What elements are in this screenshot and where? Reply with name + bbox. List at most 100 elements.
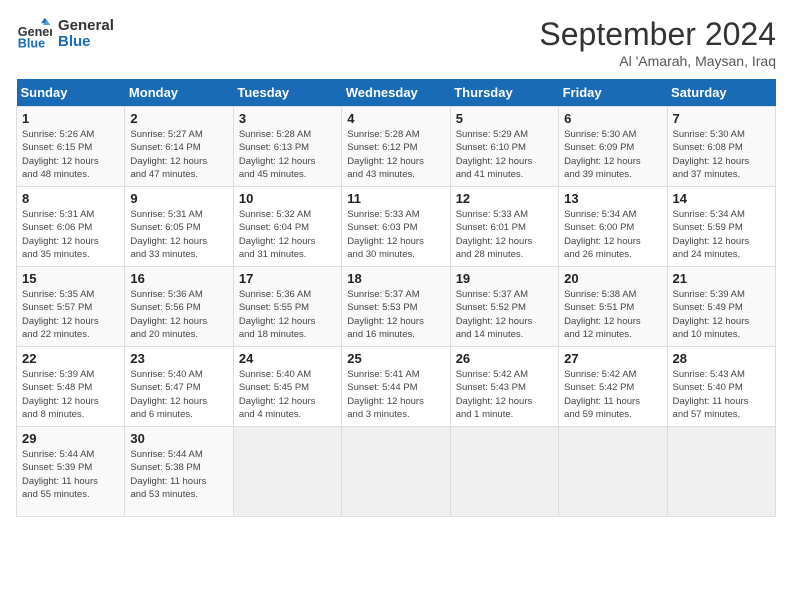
calendar-cell: 5 Sunrise: 5:29 AM Sunset: 6:10 PM Daylig…: [450, 107, 558, 187]
calendar-cell: 29 Sunrise: 5:44 AM Sunset: 5:39 PM Dayli…: [17, 427, 125, 517]
calendar-cell: 25 Sunrise: 5:41 AM Sunset: 5:44 PM Dayli…: [342, 347, 450, 427]
day-info: Sunrise: 5:31 AM Sunset: 6:06 PM Dayligh…: [22, 208, 119, 261]
day-info: Sunrise: 5:30 AM Sunset: 6:08 PM Dayligh…: [673, 128, 770, 181]
page-header: General Blue General Blue September 2024…: [16, 16, 776, 69]
calendar-cell: [450, 427, 558, 517]
day-number: 7: [673, 111, 770, 126]
day-info: Sunrise: 5:37 AM Sunset: 5:52 PM Dayligh…: [456, 288, 553, 341]
day-number: 12: [456, 191, 553, 206]
calendar-cell: 8 Sunrise: 5:31 AM Sunset: 6:06 PM Daylig…: [17, 187, 125, 267]
calendar-cell: 9 Sunrise: 5:31 AM Sunset: 6:05 PM Daylig…: [125, 187, 233, 267]
day-number: 14: [673, 191, 770, 206]
day-info: Sunrise: 5:44 AM Sunset: 5:38 PM Dayligh…: [130, 448, 227, 501]
calendar-cell: 17 Sunrise: 5:36 AM Sunset: 5:55 PM Dayli…: [233, 267, 341, 347]
day-number: 11: [347, 191, 444, 206]
calendar-cell: 23Sunrise: 5:40 AM Sunset: 5:47 PM Dayli…: [125, 347, 233, 427]
day-info: Sunrise: 5:35 AM Sunset: 5:57 PM Dayligh…: [22, 288, 119, 341]
calendar-cell: 15 Sunrise: 5:35 AM Sunset: 5:57 PM Dayli…: [17, 267, 125, 347]
day-number: 18: [347, 271, 444, 286]
header-friday: Friday: [559, 79, 667, 107]
day-number: 25: [347, 351, 444, 366]
header-sunday: Sunday: [17, 79, 125, 107]
day-number: 20: [564, 271, 661, 286]
day-number: 30: [130, 431, 227, 446]
day-info: Sunrise: 5:37 AM Sunset: 5:53 PM Dayligh…: [347, 288, 444, 341]
calendar-cell: 28Sunrise: 5:43 AM Sunset: 5:40 PM Dayli…: [667, 347, 775, 427]
logo-blue: Blue: [58, 34, 114, 51]
calendar-cell: 18 Sunrise: 5:37 AM Sunset: 5:53 PM Dayli…: [342, 267, 450, 347]
calendar-cell: 10Sunrise: 5:32 AM Sunset: 6:04 PM Dayli…: [233, 187, 341, 267]
calendar-cell: 1 Sunrise: 5:26 AM Sunset: 6:15 PM Daylig…: [17, 107, 125, 187]
day-number: 1: [22, 111, 119, 126]
day-info: Sunrise: 5:31 AM Sunset: 6:05 PM Dayligh…: [130, 208, 227, 261]
day-info: Sunrise: 5:42 AM Sunset: 5:42 PM Dayligh…: [564, 368, 661, 421]
day-info: Sunrise: 5:44 AM Sunset: 5:39 PM Dayligh…: [22, 448, 119, 501]
day-info: Sunrise: 5:30 AM Sunset: 6:09 PM Dayligh…: [564, 128, 661, 181]
calendar-cell: 6 Sunrise: 5:30 AM Sunset: 6:09 PM Daylig…: [559, 107, 667, 187]
day-number: 15: [22, 271, 119, 286]
day-info: Sunrise: 5:34 AM Sunset: 5:59 PM Dayligh…: [673, 208, 770, 261]
month-title: September 2024: [539, 16, 776, 53]
day-info: Sunrise: 5:40 AM Sunset: 5:47 PM Dayligh…: [130, 368, 227, 421]
calendar-week-row: 22Sunrise: 5:39 AM Sunset: 5:48 PM Dayli…: [17, 347, 776, 427]
day-info: Sunrise: 5:39 AM Sunset: 5:49 PM Dayligh…: [673, 288, 770, 341]
calendar-cell: 30 Sunrise: 5:44 AM Sunset: 5:38 PM Dayli…: [125, 427, 233, 517]
day-number: 26: [456, 351, 553, 366]
calendar-cell: 16 Sunrise: 5:36 AM Sunset: 5:56 PM Dayli…: [125, 267, 233, 347]
calendar-cell: [233, 427, 341, 517]
day-number: 16: [130, 271, 227, 286]
day-info: Sunrise: 5:36 AM Sunset: 5:55 PM Dayligh…: [239, 288, 336, 341]
calendar-cell: 21 Sunrise: 5:39 AM Sunset: 5:49 PM Dayli…: [667, 267, 775, 347]
day-number: 19: [456, 271, 553, 286]
day-number: 2: [130, 111, 227, 126]
day-info: Sunrise: 5:38 AM Sunset: 5:51 PM Dayligh…: [564, 288, 661, 341]
day-info: Sunrise: 5:41 AM Sunset: 5:44 PM Dayligh…: [347, 368, 444, 421]
day-number: 6: [564, 111, 661, 126]
svg-text:Blue: Blue: [18, 37, 45, 51]
calendar-week-row: 8 Sunrise: 5:31 AM Sunset: 6:06 PM Daylig…: [17, 187, 776, 267]
day-number: 4: [347, 111, 444, 126]
location-subtitle: Al 'Amarah, Maysan, Iraq: [539, 53, 776, 69]
day-info: Sunrise: 5:33 AM Sunset: 6:01 PM Dayligh…: [456, 208, 553, 261]
calendar-cell: 3 Sunrise: 5:28 AM Sunset: 6:13 PM Daylig…: [233, 107, 341, 187]
day-info: Sunrise: 5:36 AM Sunset: 5:56 PM Dayligh…: [130, 288, 227, 341]
header-monday: Monday: [125, 79, 233, 107]
calendar-week-row: 1 Sunrise: 5:26 AM Sunset: 6:15 PM Daylig…: [17, 107, 776, 187]
day-info: Sunrise: 5:39 AM Sunset: 5:48 PM Dayligh…: [22, 368, 119, 421]
header-tuesday: Tuesday: [233, 79, 341, 107]
day-info: Sunrise: 5:40 AM Sunset: 5:45 PM Dayligh…: [239, 368, 336, 421]
calendar-cell: 26 Sunrise: 5:42 AM Sunset: 5:43 PM Dayli…: [450, 347, 558, 427]
day-number: 17: [239, 271, 336, 286]
day-number: 9: [130, 191, 227, 206]
calendar-cell: 20 Sunrise: 5:38 AM Sunset: 5:51 PM Dayli…: [559, 267, 667, 347]
day-number: 28: [673, 351, 770, 366]
calendar-week-row: 29 Sunrise: 5:44 AM Sunset: 5:39 PM Dayli…: [17, 427, 776, 517]
day-info: Sunrise: 5:27 AM Sunset: 6:14 PM Dayligh…: [130, 128, 227, 181]
logo-icon: General Blue: [16, 16, 52, 52]
header-wednesday: Wednesday: [342, 79, 450, 107]
day-number: 29: [22, 431, 119, 446]
calendar-cell: [342, 427, 450, 517]
day-number: 21: [673, 271, 770, 286]
calendar-week-row: 15 Sunrise: 5:35 AM Sunset: 5:57 PM Dayli…: [17, 267, 776, 347]
day-info: Sunrise: 5:26 AM Sunset: 6:15 PM Dayligh…: [22, 128, 119, 181]
day-info: Sunrise: 5:29 AM Sunset: 6:10 PM Dayligh…: [456, 128, 553, 181]
calendar-cell: 22Sunrise: 5:39 AM Sunset: 5:48 PM Dayli…: [17, 347, 125, 427]
calendar-cell: [559, 427, 667, 517]
title-block: September 2024 Al 'Amarah, Maysan, Iraq: [539, 16, 776, 69]
day-info: Sunrise: 5:42 AM Sunset: 5:43 PM Dayligh…: [456, 368, 553, 421]
calendar-cell: 7 Sunrise: 5:30 AM Sunset: 6:08 PM Daylig…: [667, 107, 775, 187]
header-thursday: Thursday: [450, 79, 558, 107]
calendar-cell: 13Sunrise: 5:34 AM Sunset: 6:00 PM Dayli…: [559, 187, 667, 267]
calendar-cell: 19 Sunrise: 5:37 AM Sunset: 5:52 PM Dayli…: [450, 267, 558, 347]
day-number: 3: [239, 111, 336, 126]
calendar-cell: 4 Sunrise: 5:28 AM Sunset: 6:12 PM Daylig…: [342, 107, 450, 187]
day-info: Sunrise: 5:28 AM Sunset: 6:13 PM Dayligh…: [239, 128, 336, 181]
day-info: Sunrise: 5:32 AM Sunset: 6:04 PM Dayligh…: [239, 208, 336, 261]
day-number: 5: [456, 111, 553, 126]
header-saturday: Saturday: [667, 79, 775, 107]
calendar-cell: 14 Sunrise: 5:34 AM Sunset: 5:59 PM Dayli…: [667, 187, 775, 267]
day-info: Sunrise: 5:34 AM Sunset: 6:00 PM Dayligh…: [564, 208, 661, 261]
day-number: 8: [22, 191, 119, 206]
day-info: Sunrise: 5:28 AM Sunset: 6:12 PM Dayligh…: [347, 128, 444, 181]
